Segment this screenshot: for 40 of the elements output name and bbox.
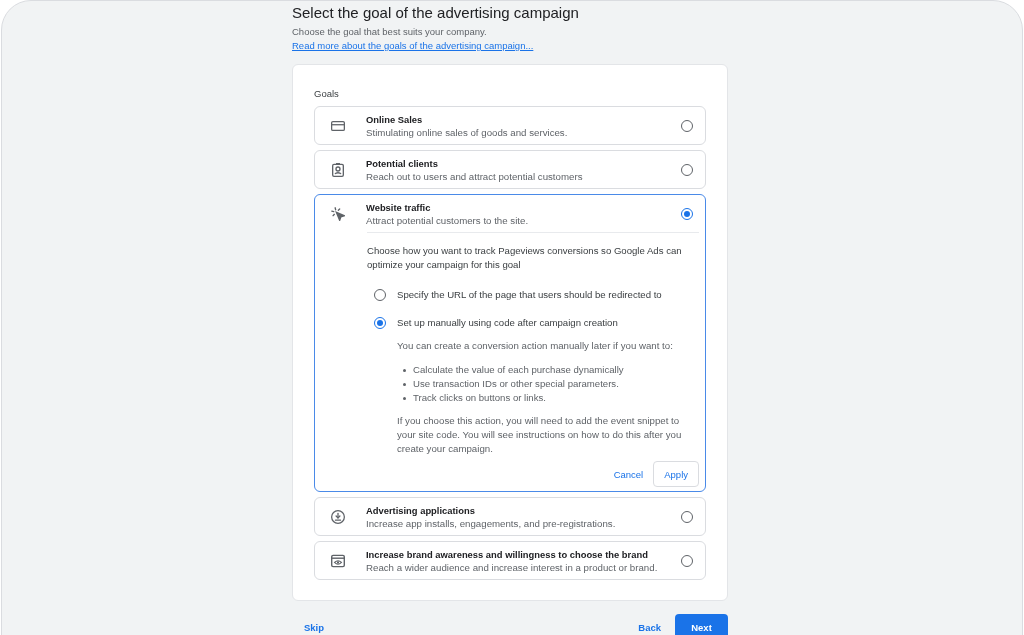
back-button[interactable]: Back xyxy=(626,614,673,635)
goal-title: Advertising applications xyxy=(366,503,475,517)
page-title: Select the goal of the advertising campaign xyxy=(292,4,580,22)
method-intro: You can create a conversion action manually later if you want to: xyxy=(397,339,674,353)
tracking-prompt: Choose how you want to track Pageviews conversions so Google Ads can optimize your campaign for this goal xyxy=(367,244,683,272)
skip-button[interactable]: Skip xyxy=(292,614,337,635)
browser-eye-icon xyxy=(331,553,345,568)
download-circle-icon xyxy=(331,509,345,524)
goal-title: Online Sales xyxy=(366,112,423,126)
goal-title: Website traffic xyxy=(366,200,431,214)
bullet-text: Use transaction IDs or other special parameters. xyxy=(413,377,619,391)
method-note: If you choose this action, you will need to add the event snippet to your site code. You will see instructions on how to do this after you create your campaign. xyxy=(397,414,683,456)
apply-button[interactable]: Apply xyxy=(653,461,699,487)
credit-card-icon xyxy=(331,118,345,133)
goal-description: Reach a wider audience and increase interest in a product or brand. xyxy=(366,560,658,574)
goal-title: Increase brand awareness and willingness to choose the brand xyxy=(366,547,648,561)
goal-option[interactable]: Potential clients Reach out to users and attract potential customers xyxy=(314,150,706,189)
goal-option[interactable]: Increase brand awareness and willingness to choose the brand Reach a wider audience and increase interest in a product or brand. xyxy=(314,541,706,580)
cancel-button[interactable]: Cancel xyxy=(603,461,654,487)
bullet-icon xyxy=(403,396,406,400)
contact-card-icon xyxy=(331,162,345,177)
goal-description: Attract potential customers to the site. xyxy=(366,213,529,227)
goal-description: Stimulating online sales of goods and services. xyxy=(366,125,568,139)
goal-title: Potential clients xyxy=(366,156,438,170)
goals-info-link[interactable]: Read more about the goals of the advertising campaign... xyxy=(292,40,534,51)
cursor-click-icon xyxy=(331,206,345,221)
goals-label: Goals xyxy=(314,88,339,100)
goal-description: Increase app installs, engagements, and pre-registrations. xyxy=(366,516,616,530)
goal-option[interactable]: Online Sales Stimulating online sales of goods and services. xyxy=(314,106,706,145)
method-label: Set up manually using code after campaign creation xyxy=(397,317,618,329)
bullet-text: Track clicks on buttons or links. xyxy=(413,391,546,405)
goal-description: Reach out to users and attract potential customers xyxy=(366,169,583,183)
page-subtitle: Choose the goal that best suits your company. Read more about the goals of the advertising campaign... xyxy=(292,25,535,53)
bullet-icon xyxy=(403,382,406,386)
bullet-text: Calculate the value of each purchase dynamically xyxy=(413,363,624,377)
method-label: Specify the URL of the page that users should be redirected to xyxy=(397,289,662,301)
bullet-icon xyxy=(403,368,406,372)
goal-option[interactable]: Advertising applications Increase app installs, engagements, and pre-registrations. xyxy=(314,497,706,536)
goal-option[interactable] xyxy=(314,194,706,492)
next-button[interactable]: Next xyxy=(675,614,728,635)
